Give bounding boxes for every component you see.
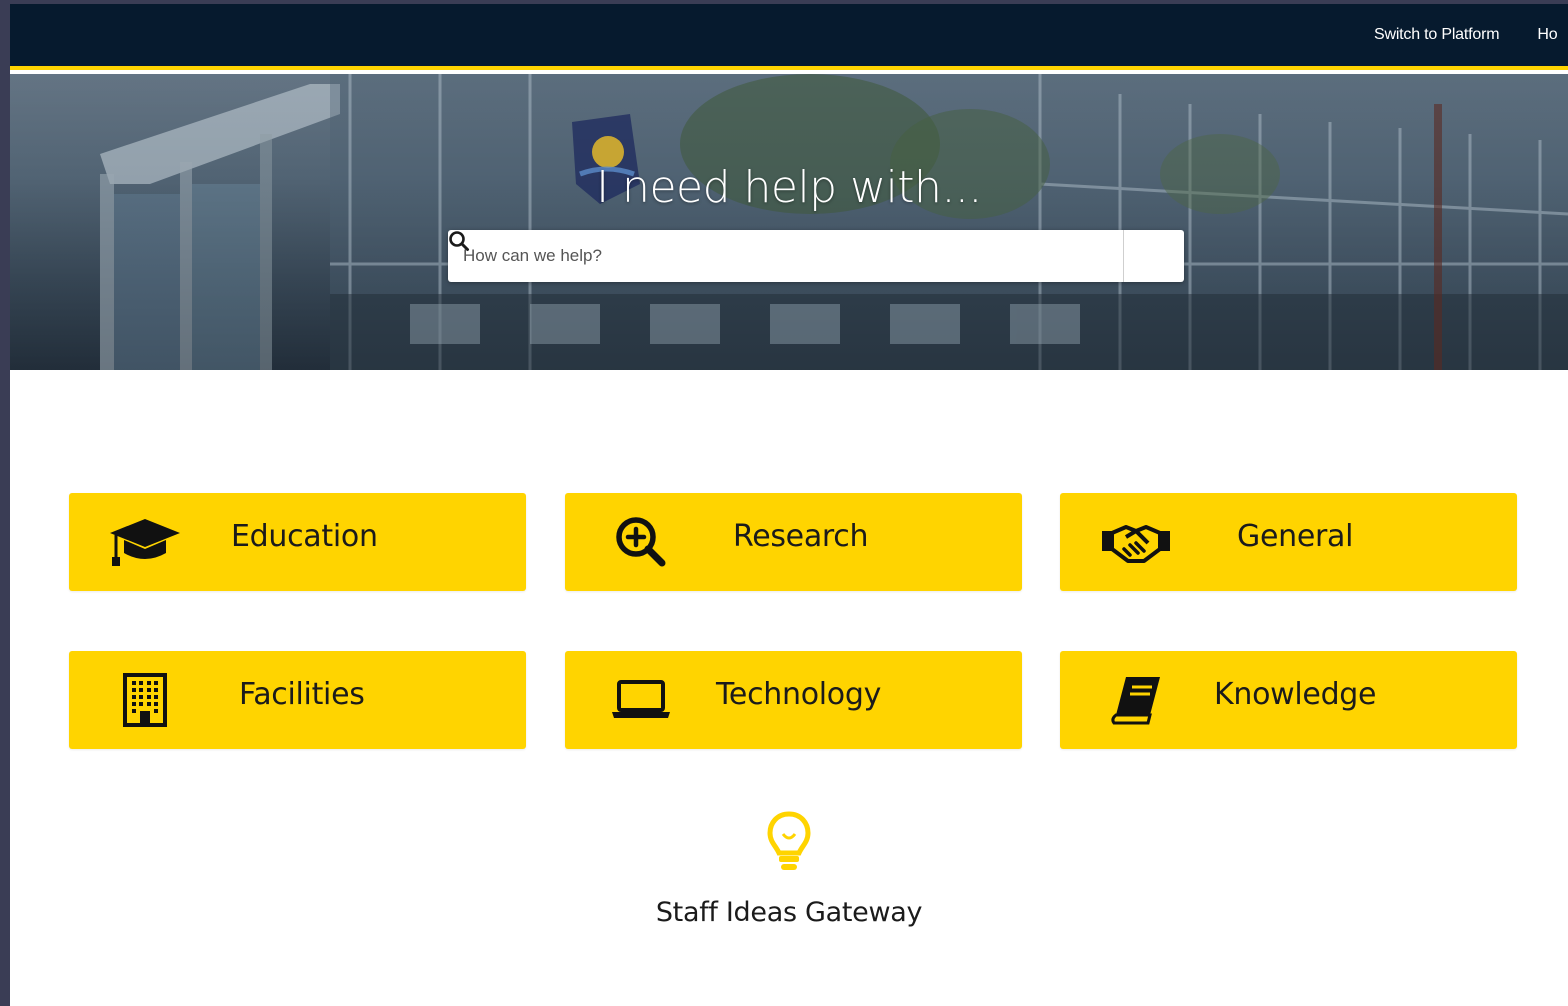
hero-background-image: [100, 74, 1568, 370]
top-nav: Switch to Platform Ho: [1374, 26, 1558, 44]
search-bar: [448, 230, 1184, 282]
search-icon: [449, 231, 469, 251]
laptop-icon: [609, 651, 673, 749]
top-nav-bar: Switch to Platform Ho: [10, 4, 1568, 70]
page: Switch to Platform Ho I need help with..…: [10, 4, 1568, 1006]
tile-education[interactable]: Education: [69, 493, 526, 591]
tile-research[interactable]: Research: [565, 493, 1022, 591]
handshake-icon: [1098, 493, 1174, 591]
building-icon: [117, 651, 173, 749]
tile-facilities[interactable]: Facilities: [69, 651, 526, 749]
header-accent-line: [10, 66, 1568, 70]
tile-label: Technology: [716, 677, 882, 712]
book-icon: [1104, 651, 1168, 749]
tile-label: Research: [733, 519, 869, 554]
tile-label: Facilities: [239, 677, 365, 712]
tile-knowledge[interactable]: Knowledge: [1060, 651, 1517, 749]
lightbulb-icon: [767, 811, 811, 870]
staff-ideas-gateway-label: Staff Ideas Gateway: [655, 897, 923, 928]
graduation-cap-icon: [107, 493, 183, 591]
tile-label: Knowledge: [1214, 677, 1377, 712]
zoom-in-icon: [609, 493, 673, 591]
tile-label: Education: [231, 519, 378, 554]
hero-title: I need help with...: [596, 162, 982, 213]
tile-label: General: [1237, 519, 1354, 554]
tile-technology[interactable]: Technology: [565, 651, 1022, 749]
home-link[interactable]: Ho: [1537, 26, 1557, 44]
staff-ideas-gateway-link[interactable]: Staff Ideas Gateway: [10, 810, 1568, 928]
tile-general[interactable]: General: [1060, 493, 1517, 591]
hero-banner: I need help with...: [10, 74, 1568, 370]
search-button[interactable]: [449, 230, 1184, 282]
switch-to-platform-link[interactable]: Switch to Platform: [1374, 26, 1500, 44]
search-input[interactable]: [448, 230, 1123, 282]
